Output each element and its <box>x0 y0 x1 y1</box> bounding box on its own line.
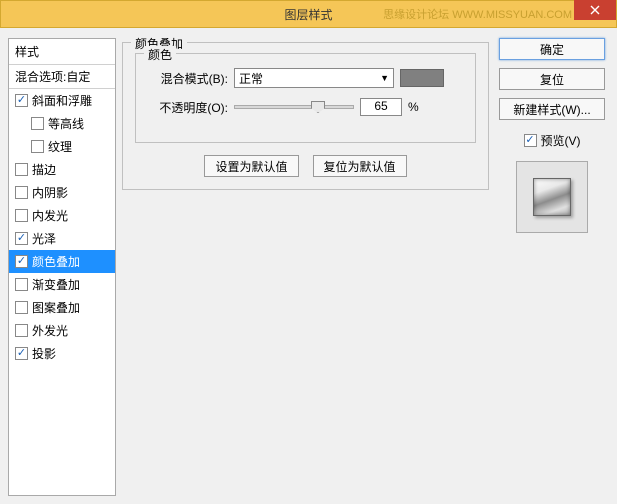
style-checkbox[interactable] <box>31 140 44 153</box>
styles-list-panel: 样式 混合选项:自定 斜面和浮雕等高线纹理描边内阴影内发光光泽颜色叠加渐变叠加图… <box>8 38 116 496</box>
title-bar: 图层样式 思缘设计论坛 WWW.MISSYUAN.COM <box>0 0 617 28</box>
blend-mode-value: 正常 <box>239 70 263 87</box>
cancel-button[interactable]: 复位 <box>499 68 605 90</box>
actions-panel: 确定 复位 新建样式(W)... 预览(V) <box>495 38 609 496</box>
style-item[interactable]: 图案叠加 <box>9 296 115 319</box>
style-item[interactable]: 斜面和浮雕 <box>9 89 115 112</box>
preview-label: 预览(V) <box>541 132 581 149</box>
blend-mode-row: 混合模式(B): 正常 ▼ <box>150 68 461 88</box>
default-buttons-row: 设置为默认值 复位为默认值 <box>135 155 476 177</box>
preview-swatch <box>533 178 571 216</box>
new-style-button[interactable]: 新建样式(W)... <box>499 98 605 120</box>
settings-panel: 颜色叠加 颜色 混合模式(B): 正常 ▼ 不透明度(O): 65 <box>122 38 489 496</box>
preview-checkbox[interactable] <box>524 134 537 147</box>
style-item-label: 内阴影 <box>32 184 68 201</box>
blend-mode-select[interactable]: 正常 ▼ <box>234 68 394 88</box>
style-checkbox[interactable] <box>15 255 28 268</box>
style-item[interactable]: 光泽 <box>9 227 115 250</box>
window-title: 图层样式 <box>284 6 332 23</box>
style-checkbox[interactable] <box>15 232 28 245</box>
style-checkbox[interactable] <box>31 117 44 130</box>
opacity-unit: % <box>408 100 419 114</box>
style-item[interactable]: 内发光 <box>9 204 115 227</box>
preview-row[interactable]: 预览(V) <box>524 132 581 149</box>
color-swatch[interactable] <box>400 69 444 87</box>
ok-button[interactable]: 确定 <box>499 38 605 60</box>
opacity-row: 不透明度(O): 65 % <box>150 98 461 116</box>
watermark-text: 思缘设计论坛 WWW.MISSYUAN.COM <box>383 6 572 22</box>
opacity-label: 不透明度(O): <box>150 99 228 116</box>
color-group-title: 颜色 <box>144 46 176 63</box>
close-icon <box>590 5 600 15</box>
style-checkbox[interactable] <box>15 94 28 107</box>
style-item[interactable]: 描边 <box>9 158 115 181</box>
slider-thumb-icon[interactable] <box>311 101 325 113</box>
style-item-label: 投影 <box>32 345 56 362</box>
opacity-slider[interactable] <box>234 105 354 109</box>
style-item-label: 纹理 <box>48 138 72 155</box>
chevron-down-icon: ▼ <box>380 73 389 83</box>
style-checkbox[interactable] <box>15 209 28 222</box>
style-item-label: 光泽 <box>32 230 56 247</box>
style-checkbox[interactable] <box>15 324 28 337</box>
style-checkbox[interactable] <box>15 186 28 199</box>
style-item[interactable]: 外发光 <box>9 319 115 342</box>
style-item[interactable]: 投影 <box>9 342 115 365</box>
style-checkbox[interactable] <box>15 301 28 314</box>
style-item-label: 渐变叠加 <box>32 276 80 293</box>
style-item[interactable]: 颜色叠加 <box>9 250 115 273</box>
style-item-label: 等高线 <box>48 115 84 132</box>
style-checkbox[interactable] <box>15 278 28 291</box>
dialog-content: 样式 混合选项:自定 斜面和浮雕等高线纹理描边内阴影内发光光泽颜色叠加渐变叠加图… <box>0 28 617 504</box>
set-default-button[interactable]: 设置为默认值 <box>204 155 298 177</box>
style-item-label: 外发光 <box>32 322 68 339</box>
style-checkbox[interactable] <box>15 347 28 360</box>
style-item-label: 描边 <box>32 161 56 178</box>
style-item-label: 内发光 <box>32 207 68 224</box>
close-button[interactable] <box>574 0 616 20</box>
style-item-label: 图案叠加 <box>32 299 80 316</box>
style-item[interactable]: 渐变叠加 <box>9 273 115 296</box>
style-item[interactable]: 内阴影 <box>9 181 115 204</box>
style-checkbox[interactable] <box>15 163 28 176</box>
style-item-label: 颜色叠加 <box>32 253 80 270</box>
style-item-label: 斜面和浮雕 <box>32 92 92 109</box>
styles-header: 样式 <box>9 39 115 65</box>
style-item[interactable]: 纹理 <box>9 135 115 158</box>
preview-box <box>516 161 588 233</box>
blend-options-row[interactable]: 混合选项:自定 <box>9 65 115 89</box>
blend-mode-label: 混合模式(B): <box>150 70 228 87</box>
color-group: 颜色 混合模式(B): 正常 ▼ 不透明度(O): 65 % <box>135 53 476 143</box>
style-item[interactable]: 等高线 <box>9 112 115 135</box>
reset-default-button[interactable]: 复位为默认值 <box>313 155 407 177</box>
opacity-input[interactable]: 65 <box>360 98 402 116</box>
color-overlay-group: 颜色叠加 颜色 混合模式(B): 正常 ▼ 不透明度(O): 65 <box>122 42 489 190</box>
